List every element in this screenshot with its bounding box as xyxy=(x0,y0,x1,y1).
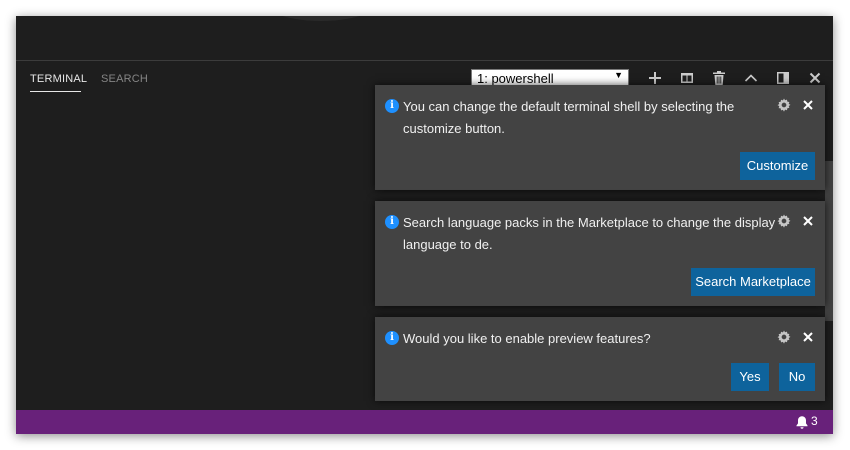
notification-count[interactable]: 3 xyxy=(811,414,818,428)
yes-button[interactable]: Yes xyxy=(731,363,769,391)
shell-select-value: 1: powershell xyxy=(477,71,554,86)
close-panel-icon[interactable] xyxy=(807,70,823,86)
status-bar: 3 xyxy=(16,410,833,434)
info-icon: i xyxy=(385,215,399,229)
chevron-up-icon[interactable] xyxy=(743,70,759,86)
bell-icon[interactable] xyxy=(795,415,809,429)
info-icon: i xyxy=(385,99,399,113)
plus-icon[interactable] xyxy=(647,70,663,86)
no-button[interactable]: No xyxy=(779,363,815,391)
tab-search[interactable]: SEARCH xyxy=(101,73,148,85)
close-icon[interactable] xyxy=(801,98,815,112)
scrollbar[interactable] xyxy=(825,161,833,321)
customize-button[interactable]: Customize xyxy=(740,152,815,180)
notification-toast: i Search language packs in the Marketpla… xyxy=(375,201,825,306)
active-tab-indicator xyxy=(30,91,81,92)
notification-toast: i Would you like to enable preview featu… xyxy=(375,317,825,401)
trash-icon[interactable] xyxy=(711,70,727,86)
close-icon[interactable] xyxy=(801,214,815,228)
editor-area[interactable] xyxy=(16,16,833,60)
gear-icon[interactable] xyxy=(777,98,791,112)
info-icon: i xyxy=(385,331,399,345)
notification-message: Would you like to enable preview feature… xyxy=(403,331,651,346)
notification-toast: i You can change the default terminal sh… xyxy=(375,85,825,190)
close-icon[interactable] xyxy=(801,330,815,344)
split-icon[interactable] xyxy=(679,70,695,86)
editor-watermark xyxy=(266,16,376,21)
maximize-panel-icon[interactable] xyxy=(775,70,791,86)
dropdown-arrow-icon: ▼ xyxy=(614,70,623,80)
notification-message: Search language packs in the Marketplace… xyxy=(403,215,776,252)
tab-terminal[interactable]: TERMINAL xyxy=(30,73,87,85)
search-marketplace-button[interactable]: Search Marketplace xyxy=(691,268,815,296)
vscode-window: TERMINAL SEARCH 1: powershell ▼ i You ca… xyxy=(16,16,833,434)
notification-message: You can change the default terminal shel… xyxy=(403,99,735,136)
gear-icon[interactable] xyxy=(777,330,791,344)
gear-icon[interactable] xyxy=(777,214,791,228)
